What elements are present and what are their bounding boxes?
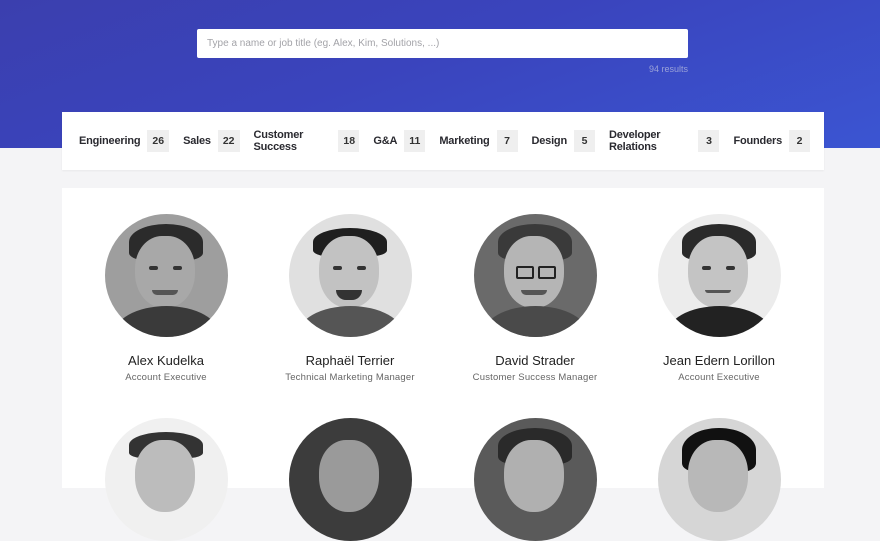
tab-count: 3 (698, 130, 720, 152)
tab-customer-success[interactable]: Customer Success 18 (254, 129, 360, 153)
avatar-eye (356, 266, 366, 270)
tab-g-and-a[interactable]: G&A 11 (373, 130, 426, 152)
person-name: David Strader (495, 353, 575, 368)
search-input[interactable] (197, 29, 688, 58)
avatar-mouth (704, 290, 731, 293)
avatar-body (481, 306, 589, 337)
tab-label: Sales (183, 135, 211, 147)
tab-label: Engineering (79, 135, 141, 147)
tab-engineering[interactable]: Engineering 26 (79, 130, 170, 152)
avatar (657, 418, 781, 541)
person-name: Raphaël Terrier (305, 353, 395, 368)
tab-label: Founders (733, 135, 782, 147)
avatar-body (665, 306, 773, 337)
person-role: Customer Success Manager (472, 372, 598, 383)
avatar-body (112, 306, 220, 337)
avatar-face (318, 440, 379, 512)
avatar-face (687, 440, 748, 512)
tab-count: 22 (217, 130, 240, 152)
avatar (288, 418, 412, 541)
avatar-eye (701, 266, 711, 270)
avatar (288, 214, 412, 337)
avatar-eye (537, 266, 556, 279)
person-role: Technical Marketing Manager (285, 372, 415, 383)
avatar-mouth (151, 290, 178, 295)
avatar-eye (332, 266, 342, 270)
person-card[interactable]: Alex Kudelka Account Executive (74, 214, 258, 383)
person-card[interactable] (258, 418, 442, 541)
tab-sales[interactable]: Sales 22 (183, 130, 240, 152)
team-grid: Alex Kudelka Account Executive Raphaël T… (62, 188, 824, 541)
tab-label: Design (531, 135, 568, 147)
results-count: 94 results (648, 64, 688, 74)
tab-developer-relations[interactable]: Developer Relations 3 (609, 129, 720, 153)
person-card[interactable] (627, 418, 811, 541)
tab-founders[interactable]: Founders 2 (733, 130, 810, 152)
tab-count: 7 (496, 130, 518, 152)
avatar-mouth (520, 290, 547, 295)
avatar (473, 418, 597, 541)
avatar-face (134, 236, 195, 308)
tab-count: 2 (789, 130, 810, 152)
tab-label: G&A (373, 135, 398, 147)
person-card[interactable]: Raphaël Terrier Technical Marketing Mana… (258, 214, 442, 383)
avatar (473, 214, 597, 337)
person-card[interactable] (74, 418, 258, 541)
tab-count: 26 (147, 130, 170, 152)
avatar-face (687, 236, 748, 308)
person-card[interactable]: Jean Edern Lorillon Account Executive (627, 214, 811, 383)
avatar-eye (172, 266, 182, 270)
avatar-eye (148, 266, 158, 270)
avatar-face (134, 440, 195, 512)
tab-design[interactable]: Design 5 (532, 130, 595, 152)
avatar (104, 214, 228, 337)
person-card[interactable] (443, 418, 627, 541)
tab-label: Marketing (439, 135, 490, 147)
department-tabs: Engineering 26 Sales 22 Customer Success… (62, 112, 824, 170)
tab-count: 18 (338, 130, 360, 152)
avatar-body (296, 306, 404, 337)
tab-label: Customer Success (253, 129, 304, 153)
person-name: Jean Edern Lorillon (662, 353, 776, 368)
tab-count: 5 (573, 130, 595, 152)
tab-count: 11 (404, 130, 426, 152)
person-card[interactable]: David Strader Customer Success Manager (443, 214, 627, 383)
person-name: Alex Kudelka (128, 353, 204, 368)
tab-marketing[interactable]: Marketing 7 (439, 130, 518, 152)
person-role: Account Executive (125, 372, 207, 383)
avatar-eye (725, 266, 735, 270)
avatar-eye (515, 266, 534, 279)
avatar (657, 214, 781, 337)
avatar-face (503, 440, 564, 512)
avatar (104, 418, 228, 541)
person-role: Account Executive (678, 372, 760, 383)
tab-label: Developer Relations (608, 129, 661, 153)
